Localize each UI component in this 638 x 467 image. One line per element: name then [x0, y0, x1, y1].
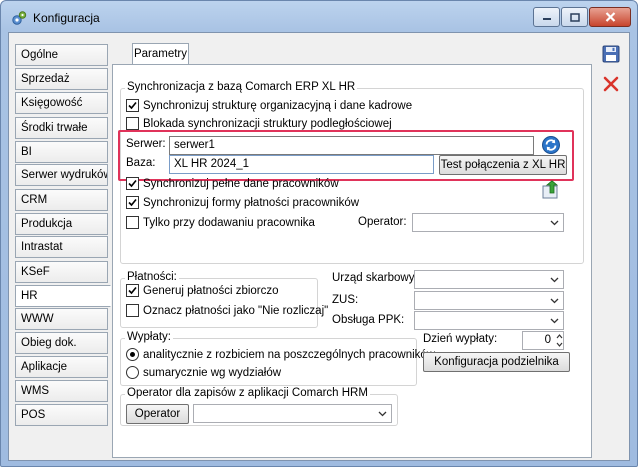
ppk-combo[interactable] — [414, 311, 564, 330]
payout-day-value: 0 — [544, 334, 551, 346]
sidebar-item-pos[interactable]: POS — [15, 404, 108, 426]
sidebar-item-bi[interactable]: BI — [15, 141, 108, 163]
analytic-radio[interactable]: analitycznie z rozbiciem na poszczególny… — [126, 348, 435, 361]
divider-config-button[interactable]: Konfiguracja podzielnika — [423, 352, 570, 372]
maximize-icon — [569, 12, 580, 22]
checkbox-box[interactable] — [126, 99, 139, 112]
checkbox-box[interactable] — [126, 177, 139, 190]
sidebar-item-ksiegowosc[interactable]: Księgowość — [15, 92, 108, 114]
close-button[interactable] — [589, 7, 631, 27]
chevron-down-icon — [548, 294, 561, 307]
full-data-checkbox[interactable]: Synchronizuj pełne dane pracowników — [126, 177, 339, 190]
export-button[interactable] — [540, 179, 562, 201]
checkbox-box[interactable] — [126, 304, 139, 317]
org-structure-checkbox[interactable]: Synchronizuj strukturę organizacyjną i d… — [126, 99, 412, 112]
hrm-operator-combo[interactable] — [193, 404, 392, 423]
synthetic-radio[interactable]: sumarycznie wg wydziałów — [126, 366, 281, 379]
highlight-box — [118, 130, 574, 181]
sidebar-item-ogolne[interactable]: Ogólne — [15, 44, 108, 66]
export-icon — [542, 180, 559, 199]
zus-label: ZUS: — [332, 294, 359, 306]
maximize-button[interactable] — [561, 7, 588, 27]
full-data-label: Synchronizuj pełne dane pracowników — [143, 177, 339, 190]
save-icon — [602, 45, 620, 63]
payout-day-label: Dzień wypłaty: — [423, 333, 498, 345]
mark-payments-checkbox[interactable]: Oznacz płatności jako "Nie rozliczaj" — [126, 304, 328, 317]
only-adding-label: Tylko przy dodawaniu pracownika — [143, 216, 315, 229]
checkmark-icon — [128, 286, 137, 295]
sidebar-item-intrastat[interactable]: Intrastat — [15, 236, 108, 258]
sidebar-item-hr[interactable]: HR — [15, 285, 111, 307]
close-icon — [605, 12, 615, 22]
chevron-down-icon — [548, 314, 561, 327]
block-sub-checkbox[interactable]: Blokada synchronizacji struktury podległ… — [126, 117, 392, 130]
sidebar-item-serwer-wydrukow[interactable]: Serwer wydruków — [15, 164, 108, 186]
checkbox-box[interactable] — [126, 216, 139, 229]
block-sub-label: Blokada synchronizacji struktury podległ… — [143, 117, 392, 130]
payouts-group-legend: Wypłaty: — [125, 331, 173, 343]
minimize-icon — [542, 18, 551, 20]
checkmark-icon — [128, 198, 137, 207]
operator-combo[interactable] — [412, 213, 564, 232]
gears-icon — [12, 11, 27, 25]
ppk-label: Obsługa PPK: — [332, 314, 405, 326]
minimize-button[interactable] — [533, 7, 560, 27]
sync-group-legend: Synchronizacja z bazą Comarch ERP XL HR — [125, 81, 358, 93]
checkmark-icon — [128, 179, 137, 188]
payment-forms-checkbox[interactable]: Synchronizuj formy płatności pracowników — [126, 196, 359, 209]
radio-button[interactable] — [126, 366, 139, 379]
payments-group-legend: Płatności: — [125, 271, 179, 283]
only-adding-checkbox[interactable]: Tylko przy dodawaniu pracownika — [126, 216, 315, 229]
radio-button[interactable] — [126, 348, 139, 361]
title-bar[interactable]: Konfiguracja — [1, 1, 637, 33]
spinner-arrows-icon[interactable] — [556, 333, 563, 348]
tax-office-combo[interactable] — [414, 270, 564, 289]
checkbox-box[interactable] — [126, 117, 139, 130]
sidebar-item-ksef[interactable]: KSeF — [15, 261, 108, 283]
checkmark-icon — [128, 101, 137, 110]
checkbox-box[interactable] — [126, 284, 139, 297]
generate-payments-checkbox[interactable]: Generuj płatności zbiorczo — [126, 284, 279, 297]
hrm-operator-button[interactable]: Operator — [126, 404, 189, 424]
generate-payments-label: Generuj płatności zbiorczo — [143, 284, 279, 297]
hrm-group-legend: Operator dla zapisów z aplikacji Comarch… — [125, 387, 370, 399]
radio-dot — [130, 352, 135, 357]
chevron-down-icon — [548, 216, 561, 229]
tab-parametry[interactable]: Parametry — [132, 43, 189, 65]
checkbox-box[interactable] — [126, 196, 139, 209]
cancel-button[interactable] — [600, 73, 622, 95]
sidebar-item-sprzedaz[interactable]: Sprzedaż — [15, 68, 108, 90]
tax-office-label: Urząd skarbowy: — [332, 272, 418, 284]
sidebar-item-www[interactable]: WWW — [15, 308, 108, 330]
parameters-panel: Synchronizacja z bazą Comarch ERP XL HR … — [112, 64, 592, 458]
sidebar-item-obieg-dok[interactable]: Obieg dok. — [15, 332, 108, 354]
zus-combo[interactable] — [414, 291, 564, 310]
operator-label: Operator: — [358, 216, 407, 228]
payment-forms-label: Synchronizuj formy płatności pracowników — [143, 196, 360, 209]
chevron-down-icon — [376, 407, 389, 420]
window-title: Konfiguracja — [33, 11, 100, 25]
sidebar-item-aplikacje[interactable]: Aplikacje — [15, 356, 108, 378]
mark-payments-label: Oznacz płatności jako "Nie rozliczaj" — [143, 304, 329, 317]
org-structure-label: Synchronizuj strukturę organizacyjną i d… — [143, 99, 413, 112]
dialog-client-area: Ogólne Sprzedaż Księgowość Środki trwałe… — [8, 32, 630, 461]
chevron-down-icon — [548, 273, 561, 286]
save-button[interactable] — [600, 43, 622, 65]
sidebar-item-srodki-trwale[interactable]: Środki trwałe — [15, 117, 108, 139]
sidebar-item-produkcja[interactable]: Produkcja — [15, 213, 108, 235]
sidebar-item-crm[interactable]: CRM — [15, 189, 108, 211]
sidebar-item-wms[interactable]: WMS — [15, 380, 108, 402]
synthetic-label: sumarycznie wg wydziałów — [143, 366, 282, 379]
cancel-icon — [603, 76, 619, 92]
analytic-label: analitycznie z rozbiciem na poszczególny… — [143, 348, 436, 361]
config-window: Konfiguracja Ogólne Sprzedaż Księgowość … — [0, 0, 638, 467]
